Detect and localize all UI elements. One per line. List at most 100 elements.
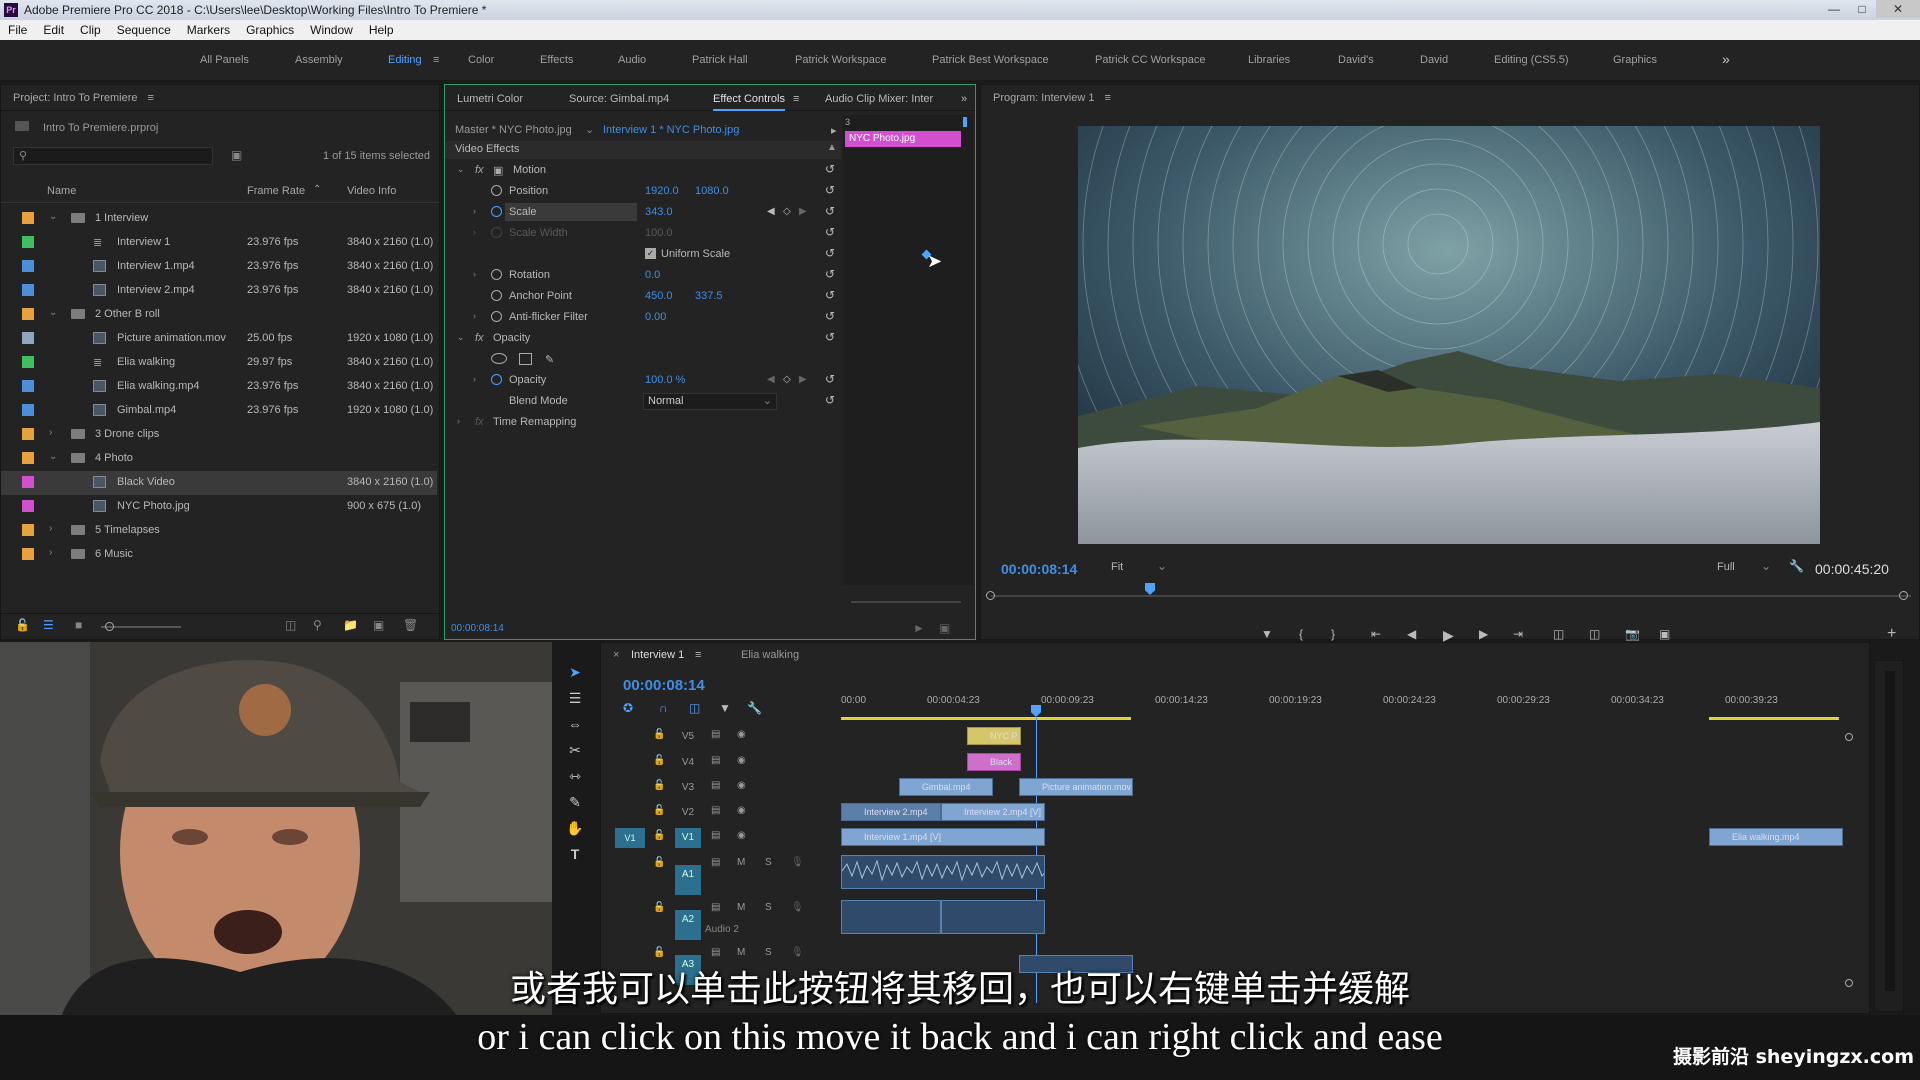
trash-icon[interactable]: 🗑 bbox=[403, 618, 418, 632]
toggle-sync-lock-icon[interactable]: ▤ bbox=[711, 857, 720, 868]
workspace-tab[interactable]: Assembly bbox=[295, 54, 343, 66]
mark-in-icon[interactable]: { bbox=[1299, 627, 1303, 641]
export-icon[interactable]: ▣ bbox=[939, 621, 950, 635]
stopwatch-icon[interactable] bbox=[491, 311, 502, 322]
effect-controls-timecode[interactable]: 00:00:08:14 bbox=[451, 623, 504, 634]
label-color-swatch[interactable] bbox=[22, 452, 34, 464]
label-color-swatch[interactable] bbox=[22, 404, 34, 416]
twirl-right-icon[interactable]: › bbox=[49, 427, 52, 438]
tab-elia-walking[interactable]: Elia walking bbox=[741, 649, 799, 661]
timeline-settings-wrench-icon[interactable]: 🔧 bbox=[747, 701, 762, 715]
collapse-up-icon[interactable]: ▲ bbox=[827, 142, 837, 153]
twirl-right-icon[interactable]: › bbox=[49, 523, 52, 534]
menu-file[interactable]: File bbox=[0, 23, 35, 37]
track-header-v2[interactable]: 🔓 V2 ▤ ◉ bbox=[601, 801, 841, 825]
panel-overflow-icon[interactable]: » bbox=[961, 93, 967, 105]
fit-select[interactable]: Fit ⌄ bbox=[1111, 559, 1171, 577]
toggle-sync-lock-icon[interactable]: ▤ bbox=[711, 729, 720, 740]
reset-parameter-icon[interactable]: ↺ bbox=[825, 246, 835, 260]
track-header-v5[interactable]: 🔓 V5 ▤ ◉ bbox=[601, 725, 841, 749]
solo-track-button[interactable]: S bbox=[765, 857, 772, 868]
type-tool-icon[interactable]: T bbox=[566, 846, 584, 864]
mute-track-button[interactable]: M bbox=[737, 902, 745, 913]
master-clip-label[interactable]: Master * NYC Photo.jpg bbox=[455, 124, 572, 136]
menu-sequence[interactable]: Sequence bbox=[109, 23, 179, 37]
workspace-tab-editing[interactable]: Editing bbox=[388, 54, 422, 66]
workspace-tab[interactable]: Patrick Best Workspace bbox=[932, 54, 1049, 66]
motion-effect-row[interactable]: ⌄ fx ▣ Motion ↺ bbox=[447, 161, 837, 181]
reset-effect-icon[interactable]: ↺ bbox=[825, 330, 835, 344]
twirl-right-icon[interactable]: › bbox=[49, 547, 52, 558]
resolution-select[interactable]: Full ⌄ bbox=[1717, 559, 1777, 577]
project-item-row[interactable]: NYC Photo.jpg 900 x 675 (1.0) bbox=[1, 495, 437, 519]
step-back-icon[interactable]: ◀ bbox=[1407, 627, 1416, 641]
timeline-clip-a2-a[interactable] bbox=[841, 900, 941, 934]
timeline-timecode[interactable]: 00:00:08:14 bbox=[623, 677, 705, 694]
tab-effect-controls[interactable]: Effect Controls bbox=[713, 93, 785, 111]
twirl-right-icon[interactable]: › bbox=[473, 206, 476, 216]
project-search-input[interactable]: ⚲ bbox=[13, 147, 213, 165]
track-name[interactable]: V5 bbox=[675, 727, 701, 747]
toggle-sync-lock-icon[interactable]: ▤ bbox=[711, 947, 720, 958]
track-lock-icon[interactable]: 🔓 bbox=[653, 830, 665, 841]
reset-parameter-icon[interactable]: ↺ bbox=[825, 204, 835, 218]
timeline-clip-v3-gimbal[interactable]: Gimbal.mp4 bbox=[899, 778, 993, 796]
label-color-swatch[interactable] bbox=[22, 524, 34, 536]
mini-zoom-bar[interactable] bbox=[851, 601, 961, 603]
voiceover-record-icon[interactable]: 🎙 bbox=[791, 857, 804, 868]
track-header-a2[interactable]: 🔓 A2 ▤ M S 🎙 Audio 2 bbox=[601, 898, 841, 940]
label-color-swatch[interactable] bbox=[22, 284, 34, 296]
column-frame-rate[interactable]: Frame Rate bbox=[247, 185, 305, 197]
prev-keyframe-icon[interactable]: ◀ bbox=[767, 206, 775, 217]
twirl-right-icon[interactable]: › bbox=[473, 374, 476, 384]
workspace-tab[interactable]: David bbox=[1420, 54, 1448, 66]
hand-tool-icon[interactable]: ✋ bbox=[566, 820, 584, 838]
toggle-track-output-eye-icon[interactable]: ◉ bbox=[737, 830, 746, 841]
lock-icon[interactable]: 🔓 bbox=[15, 618, 30, 632]
clip-label[interactable]: Interview 1 * NYC Photo.jpg bbox=[603, 124, 739, 136]
panel-menu-icon[interactable]: ≡ bbox=[148, 92, 154, 104]
track-name[interactable]: V1 bbox=[675, 828, 701, 848]
project-item-row[interactable]: Elia walking.mp4 23.976 fps 3840 x 2160 (1… bbox=[1, 375, 437, 399]
project-item-row[interactable]: Picture animation.mov 25.00 fps 1920 x 108… bbox=[1, 327, 437, 351]
tab-audio-clip-mixer[interactable]: Audio Clip Mixer: Inter bbox=[825, 93, 933, 105]
reset-effect-icon[interactable]: ↺ bbox=[825, 162, 835, 176]
anchor-x-value[interactable]: 450.0 bbox=[645, 290, 673, 302]
source-patch-toggle[interactable]: V1 bbox=[615, 828, 645, 848]
timeline-clip-v1-elia[interactable]: Elia walking.mp4 bbox=[1709, 828, 1843, 846]
sort-ascending-icon[interactable]: ⌃ bbox=[313, 184, 321, 195]
project-item-row[interactable]: ≣ Interview 1 23.976 fps 3840 x 2160 (1.0) bbox=[1, 231, 437, 255]
mark-out-icon[interactable]: } bbox=[1331, 627, 1335, 641]
export-frame-icon[interactable]: 📷 bbox=[1625, 627, 1640, 641]
project-item-row[interactable]: Interview 1.mp4 23.976 fps 3840 x 2160 (1.… bbox=[1, 255, 437, 279]
timeline-clip-v2-b[interactable]: Interview 2.mp4 [V] bbox=[941, 803, 1045, 821]
close-tab-icon[interactable]: × bbox=[613, 649, 619, 661]
comparison-view-icon[interactable]: ▣ bbox=[1659, 627, 1670, 641]
label-color-swatch[interactable] bbox=[22, 212, 34, 224]
stopwatch-active-icon[interactable] bbox=[491, 374, 502, 385]
label-color-swatch[interactable] bbox=[22, 260, 34, 272]
track-lock-icon[interactable]: 🔓 bbox=[653, 805, 665, 816]
twirl-down-icon[interactable]: ⌄ bbox=[49, 307, 57, 318]
timeline-clip-v4[interactable]: Black bbox=[967, 753, 1021, 771]
button-editor-plus-icon[interactable]: + bbox=[1887, 625, 1896, 643]
add-marker-icon[interactable]: ▼ bbox=[719, 701, 731, 715]
rectangle-mask-icon[interactable] bbox=[519, 353, 532, 365]
timeline-ruler[interactable]: 00:00 00:00:04:23 00:00:09:23 00:00:14:2… bbox=[841, 687, 1851, 723]
opacity-effect-row[interactable]: ⌄ fx Opacity ↺ bbox=[447, 329, 837, 349]
track-header-v3[interactable]: 🔓 V3 ▤ ◉ bbox=[601, 776, 841, 800]
timeline-playhead[interactable] bbox=[1031, 705, 1041, 717]
reset-parameter-icon[interactable]: ↺ bbox=[825, 267, 835, 281]
maximize-icon[interactable]: □ bbox=[1848, 0, 1876, 18]
twirl-down-icon[interactable]: ⌄ bbox=[49, 451, 57, 462]
workspace-tab[interactable]: Patrick Hall bbox=[692, 54, 748, 66]
automate-to-sequence-icon[interactable]: ◫ bbox=[285, 618, 296, 632]
twirl-right-icon[interactable]: › bbox=[473, 269, 476, 279]
effect-mini-timeline[interactable]: 3 NYC Photo.jpg ➤ bbox=[843, 115, 973, 603]
find-icon[interactable]: ⚲ bbox=[313, 618, 322, 632]
menu-graphics[interactable]: Graphics bbox=[238, 23, 302, 37]
toggle-sync-lock-icon[interactable]: ▤ bbox=[711, 902, 720, 913]
twirl-down-icon[interactable]: ⌄ bbox=[457, 332, 465, 343]
timeline-clip-a2-b[interactable] bbox=[941, 900, 1045, 934]
icon-view-icon[interactable]: ■ bbox=[75, 618, 82, 632]
